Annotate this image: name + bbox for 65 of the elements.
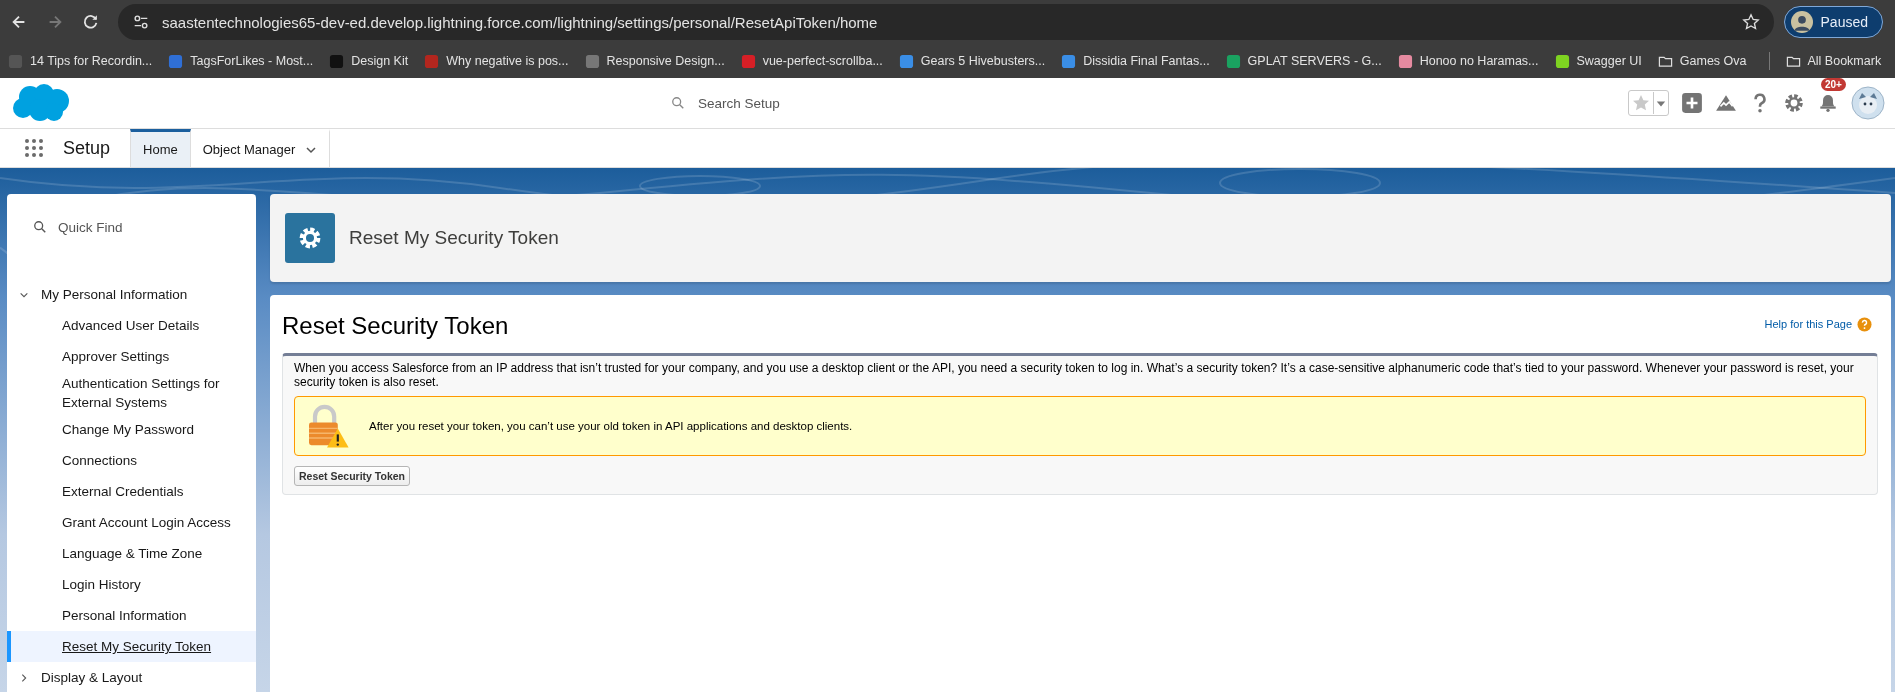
tree-item[interactable]: Connections (7, 445, 256, 476)
bookmark[interactable]: Why negative is pos... (424, 53, 569, 69)
help-icon[interactable] (1857, 316, 1872, 332)
app-name: Setup (63, 137, 111, 159)
tree-item[interactable]: Change My Password (7, 414, 256, 445)
nav-tab[interactable]: Home (130, 129, 191, 167)
tree-item[interactable]: Advanced User Details (7, 310, 256, 341)
site-icon (8, 53, 23, 69)
tree-section[interactable]: My Personal Information (7, 279, 256, 310)
tree-item[interactable]: External Credentials (7, 476, 256, 507)
tree-item[interactable]: Personal Information (7, 600, 256, 631)
reset-token-button[interactable]: Reset Security Token (294, 466, 410, 486)
all-bookmarks-folder[interactable]: All Bookmark (1785, 53, 1882, 69)
site-icon (329, 53, 345, 69)
tree-item[interactable]: Grant Account Login Access (7, 507, 256, 538)
tree-item[interactable]: Authentication Settings for External Systems (7, 372, 256, 414)
help-link[interactable]: Help for this Page (1764, 318, 1852, 330)
site-settings-icon (132, 13, 150, 31)
bookmark[interactable]: Honoo no Haramas... (1397, 53, 1539, 69)
bookmark[interactable]: Dissidia Final Fantas... (1061, 53, 1210, 69)
bookmark[interactable]: GPLAT SERVERS - G... (1225, 53, 1382, 69)
tree-item[interactable]: Approver Settings (7, 341, 256, 372)
url-text: saastentechnologies65-dev-ed.develop.lightning.force.com/lightning/settings/personal/ResetApiToken/home (162, 13, 879, 31)
tree-section[interactable]: Display & Layout (7, 662, 256, 692)
bookmark[interactable]: Responsive Design... (584, 53, 725, 69)
bookmark[interactable]: Games Ova (1657, 53, 1747, 69)
search-icon (33, 220, 47, 234)
bookmark[interactable]: Gears 5 Hivebusters... (898, 53, 1046, 69)
site-icon (584, 53, 600, 69)
search-field[interactable]: Search Setup (656, 86, 1190, 120)
address-bar[interactable]: saastentechnologies65-dev-ed.develop.lightning.force.com/lightning/settings/personal/ResetApiToken/home (118, 4, 1774, 40)
app-launcher-icon[interactable] (24, 138, 44, 158)
nav-tab[interactable]: Object Manager (190, 129, 331, 167)
site-icon (1554, 53, 1570, 69)
tree-item[interactable]: Language & Time Zone (7, 538, 256, 569)
notification-count: 20+ (1821, 78, 1846, 91)
chevron-icon (19, 672, 29, 683)
avatar-icon (1790, 11, 1813, 33)
bookmark[interactable]: 14 Tips for Recordin... (8, 53, 153, 69)
plus-icon[interactable] (1681, 92, 1703, 114)
site-icon (1225, 53, 1241, 69)
settings-icon[interactable] (1783, 92, 1805, 114)
description-text: When you access Salesforce from an IP address that isn’t trusted for your company, and you use a desktop client or the API, you need a security token to log in. What’s a security token? It’s a case-sensitive alphanumeric code that’s tied to your password. Whenever your password is reset, your security token is also reset. (294, 361, 1855, 389)
site-icon (740, 53, 756, 69)
bookmark[interactable]: Design Kit (329, 53, 409, 69)
site-icon (1397, 53, 1413, 69)
tree-item[interactable]: Login History (7, 569, 256, 600)
page-title: Reset My Security Token (349, 227, 559, 249)
bookmark-star-icon[interactable] (1741, 13, 1760, 31)
quick-find-field[interactable]: Quick Find (22, 207, 241, 247)
section-heading: Reset Security Token (282, 311, 509, 340)
cloud-logo[interactable] (10, 82, 70, 124)
site-icon (898, 53, 914, 69)
settings-icon (285, 213, 335, 263)
tree-item[interactable]: Reset My Security Token (7, 631, 256, 662)
bookmark[interactable]: TagsForLikes - Most... (168, 53, 314, 69)
user-avatar[interactable] (1851, 86, 1885, 120)
warning-text: After you reset your token, you can’t use your old token in API applications and desktop clients. (369, 420, 853, 432)
site-icon (424, 53, 440, 69)
site-icon (168, 53, 184, 69)
profile-button[interactable]: Paused (1783, 6, 1883, 38)
bookmark[interactable]: vue-perfect-scrollba... (740, 53, 883, 69)
search-icon (671, 96, 685, 110)
site-icon (1061, 53, 1077, 69)
bookmark[interactable]: Swagger UI (1554, 53, 1642, 69)
